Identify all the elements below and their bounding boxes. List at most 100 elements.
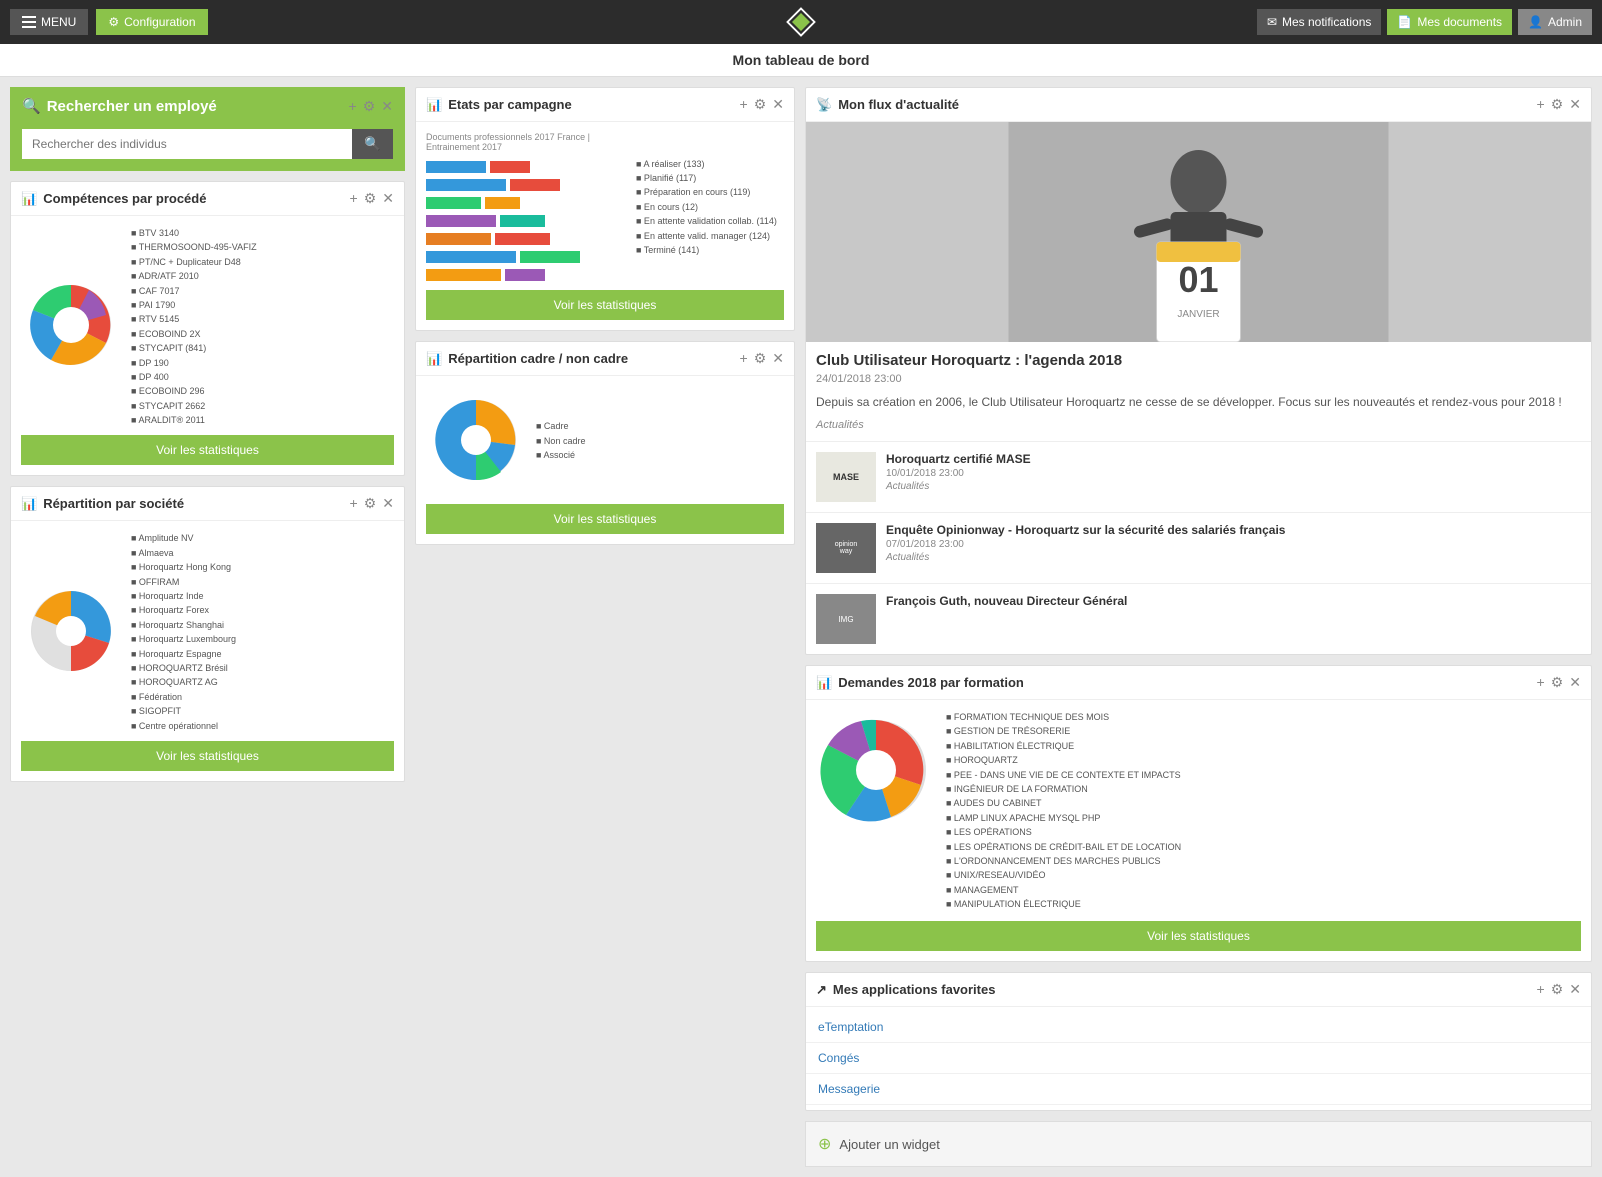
repartition-cadre-title: 📊 Répartition cadre / non cadre	[426, 351, 628, 367]
repartition-cadre-chart-area: ■ Cadre ■ Non cadre ■ Associé	[426, 386, 784, 496]
flux-widget: 📡 Mon flux d'actualité + ⚙ ✕	[805, 87, 1592, 655]
flux-item-mase-content: Horoquartz certifié MASE 10/01/2018 23:0…	[886, 452, 1031, 492]
user-icon: 👤	[1528, 15, 1543, 29]
flux-item-opinion-title[interactable]: Enquête Opinionway - Horoquartz sur la s…	[886, 523, 1285, 537]
repartition-societe-title: 📊 Répartition par société	[21, 496, 184, 512]
demandes-legend: ■ FORMATION TECHNIQUE DES MOIS ■ GESTION…	[946, 710, 1181, 911]
repartition-societe-body: ■ Amplitude NV ■ Almaeva ■ Horoquartz Ho…	[11, 521, 404, 780]
hamburger-icon	[22, 16, 36, 28]
etats-legend: ■ A réaliser (133) ■ Planifié (117) ■ Pr…	[636, 157, 777, 258]
search-settings-btn[interactable]: ⚙	[363, 98, 376, 115]
competences-add-btn[interactable]: +	[350, 190, 358, 207]
repartition-societe-legend: ■ Amplitude NV ■ Almaeva ■ Horoquartz Ho…	[131, 531, 236, 732]
search-input-wrap: 🔍	[22, 129, 393, 159]
competences-actions: + ⚙ ✕	[350, 190, 394, 207]
etats-voir-btn[interactable]: Voir les statistiques	[426, 290, 784, 320]
header: MENU ⚙ Configuration ✉ Mes notifications…	[0, 0, 1602, 44]
repartition-cadre-add-btn[interactable]: +	[740, 350, 748, 367]
admin-button[interactable]: 👤 Admin	[1518, 9, 1592, 35]
menu-label: MENU	[41, 15, 76, 29]
repartition-societe-voir-btn[interactable]: Voir les statistiques	[21, 741, 394, 771]
app-item-etemptation[interactable]: eTemptation	[806, 1012, 1591, 1043]
repartition-societe-add-btn[interactable]: +	[350, 495, 358, 512]
competences-pie-chart	[21, 275, 121, 378]
flux-main-image: 01 JANVIER	[806, 122, 1591, 342]
competences-widget-title: 📊 Compétences par procédé	[21, 191, 206, 207]
apps-actions: + ⚙ ✕	[1537, 981, 1581, 998]
apps-list: eTemptation Congés Messagerie	[806, 1007, 1591, 1110]
competences-chart-area: ■ BTV 3140 ■ THERMOSOOND-495-VAFIZ ■ PT/…	[21, 226, 394, 427]
etats-delete-btn[interactable]: ✕	[772, 96, 784, 113]
apps-delete-btn[interactable]: ✕	[1569, 981, 1581, 998]
apps-settings-btn[interactable]: ⚙	[1551, 981, 1564, 998]
main-content: 🔍 Rechercher un employé + ⚙ ✕ 🔍	[0, 77, 1602, 1177]
competences-voir-btn[interactable]: Voir les statistiques	[21, 435, 394, 465]
etats-chart-area: Documents professionnels 2017 France | E…	[426, 132, 784, 282]
repartition-cadre-delete-btn[interactable]: ✕	[772, 350, 784, 367]
search-delete-btn[interactable]: ✕	[381, 98, 393, 115]
right-column: 📡 Mon flux d'actualité + ⚙ ✕	[805, 87, 1592, 1167]
flux-article-title[interactable]: Club Utilisateur Horoquartz : l'agenda 2…	[816, 352, 1581, 369]
rss-icon: 📡	[816, 97, 832, 113]
flux-item-guth-title[interactable]: François Guth, nouveau Directeur Général	[886, 594, 1127, 608]
header-left: MENU ⚙ Configuration	[10, 9, 208, 35]
add-widget-button[interactable]: ⊕ Ajouter un widget	[805, 1121, 1592, 1167]
etats-add-btn[interactable]: +	[740, 96, 748, 113]
repartition-societe-settings-btn[interactable]: ⚙	[364, 495, 377, 512]
app-item-messagerie[interactable]: Messagerie	[806, 1074, 1591, 1105]
competences-settings-btn[interactable]: ⚙	[364, 190, 377, 207]
flux-add-btn[interactable]: +	[1537, 96, 1545, 113]
repartition-cadre-voir-btn[interactable]: Voir les statistiques	[426, 504, 784, 534]
repartition-cadre-settings-btn[interactable]: ⚙	[754, 350, 767, 367]
repartition-societe-delete-btn[interactable]: ✕	[382, 495, 394, 512]
bar-chart-2-icon: 📊	[21, 496, 37, 512]
menu-button[interactable]: MENU	[10, 9, 88, 35]
flux-item-mase-title[interactable]: Horoquartz certifié MASE	[886, 452, 1031, 466]
etats-body: Documents professionnels 2017 France | E…	[416, 122, 794, 330]
demandes-widget: 📊 Demandes 2018 par formation + ⚙ ✕	[805, 665, 1592, 962]
envelope-icon: ✉	[1267, 15, 1277, 29]
search-widget-actions: + ⚙ ✕	[349, 98, 393, 115]
middle-column: 📊 Etats par campagne + ⚙ ✕ Documents pro…	[415, 87, 795, 1167]
search-widget-header: 🔍 Rechercher un employé + ⚙ ✕	[10, 87, 405, 121]
competences-delete-btn[interactable]: ✕	[382, 190, 394, 207]
competences-legend: ■ BTV 3140 ■ THERMOSOOND-495-VAFIZ ■ PT/…	[131, 226, 257, 427]
demandes-delete-btn[interactable]: ✕	[1569, 674, 1581, 691]
flux-main-content: Club Utilisateur Horoquartz : l'agenda 2…	[806, 342, 1591, 441]
demandes-voir-btn[interactable]: Voir les statistiques	[816, 921, 1581, 951]
left-column: 🔍 Rechercher un employé + ⚙ ✕ 🔍	[10, 87, 405, 1167]
search-title-icon: 🔍	[22, 97, 41, 115]
search-widget: 🔍 Rechercher un employé + ⚙ ✕ 🔍	[10, 87, 405, 171]
search-add-btn[interactable]: +	[349, 98, 357, 115]
flux-delete-btn[interactable]: ✕	[1569, 96, 1581, 113]
etats-title: 📊 Etats par campagne	[426, 97, 572, 113]
app-item-conges[interactable]: Congés	[806, 1043, 1591, 1074]
apps-add-btn[interactable]: +	[1537, 981, 1545, 998]
etats-bar-chart: Documents professionnels 2017 France | E…	[426, 132, 626, 282]
plus-circle-icon: ⊕	[818, 1134, 831, 1154]
documents-button[interactable]: 📄 Mes documents	[1387, 9, 1512, 35]
apps-header: ↗ Mes applications favorites + ⚙ ✕	[806, 973, 1591, 1007]
bar-chart-icon: 📊	[21, 191, 37, 207]
etats-actions: + ⚙ ✕	[740, 96, 784, 113]
competences-body: ■ BTV 3140 ■ THERMOSOOND-495-VAFIZ ■ PT/…	[11, 216, 404, 475]
demandes-settings-btn[interactable]: ⚙	[1551, 674, 1564, 691]
etats-widget: 📊 Etats par campagne + ⚙ ✕ Documents pro…	[415, 87, 795, 331]
config-button[interactable]: ⚙ Configuration	[96, 9, 207, 35]
demandes-add-btn[interactable]: +	[1537, 674, 1545, 691]
demandes-pie-chart	[816, 710, 936, 833]
flux-actions: + ⚙ ✕	[1537, 96, 1581, 113]
repartition-societe-widget: 📊 Répartition par société + ⚙ ✕	[10, 486, 405, 781]
demandes-body: ■ FORMATION TECHNIQUE DES MOIS ■ GESTION…	[806, 700, 1591, 921]
search-input[interactable]	[22, 129, 352, 159]
repartition-cadre-pie	[426, 390, 526, 493]
flux-item-guth-content: François Guth, nouveau Directeur Général	[886, 594, 1127, 610]
logo-icon	[786, 7, 816, 37]
flux-article-desc: Depuis sa création en 2006, le Club Util…	[816, 393, 1581, 411]
flux-settings-btn[interactable]: ⚙	[1551, 96, 1564, 113]
repartition-societe-header: 📊 Répartition par société + ⚙ ✕	[11, 487, 404, 521]
notifications-button[interactable]: ✉ Mes notifications	[1257, 9, 1381, 35]
etats-settings-btn[interactable]: ⚙	[754, 96, 767, 113]
search-submit-button[interactable]: 🔍	[352, 129, 393, 159]
add-widget-label: Ajouter un widget	[839, 1137, 939, 1152]
